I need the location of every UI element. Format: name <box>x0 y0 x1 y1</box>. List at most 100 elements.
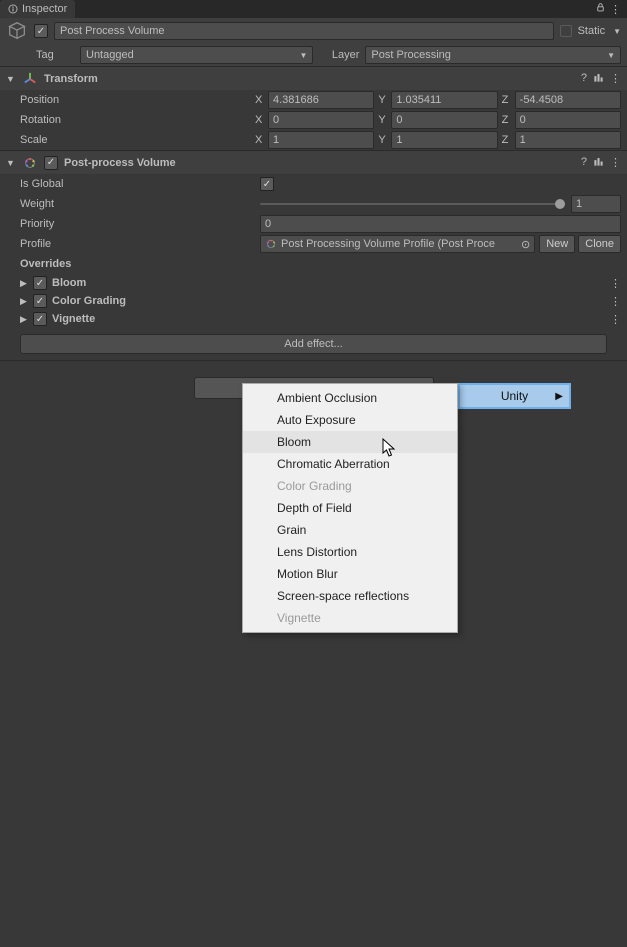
static-checkbox[interactable] <box>560 25 572 37</box>
axis-x-label: X <box>255 94 265 106</box>
gameobject-enabled-checkbox[interactable]: ✓ <box>34 24 48 38</box>
tag-label: Tag <box>6 49 74 61</box>
profile-value: Post Processing Volume Profile (Post Pro… <box>281 238 495 250</box>
transform-icon <box>22 71 38 87</box>
rotation-x-input[interactable]: 0 <box>268 111 374 129</box>
scale-row: Scale X1 Y1 Z1 <box>0 130 627 150</box>
object-picker-icon[interactable]: ⊙ <box>521 238 530 251</box>
transform-header[interactable]: ▼ Transform ? ⋮ <box>0 66 627 90</box>
tag-value: Untagged <box>86 49 134 61</box>
context-menu-item[interactable]: Depth of Field <box>243 497 457 519</box>
info-icon <box>8 4 18 14</box>
slider-thumb[interactable] <box>555 199 565 209</box>
position-y-input[interactable]: 1.035411 <box>391 91 497 109</box>
kebab-icon[interactable]: ⋮ <box>610 277 621 290</box>
layer-value: Post Processing <box>371 49 450 61</box>
gameobject-name-input[interactable]: Post Process Volume <box>54 22 554 40</box>
ppv-header[interactable]: ▼ ✓ Post-process Volume ? ⋮ <box>0 150 627 174</box>
preset-icon[interactable] <box>593 72 604 86</box>
ppv-enabled-checkbox[interactable]: ✓ <box>44 156 58 170</box>
context-menu-item[interactable]: Chromatic Aberration <box>243 453 457 475</box>
inspector-tab[interactable]: Inspector <box>0 0 75 18</box>
weight-input[interactable]: 1 <box>571 195 621 213</box>
weight-slider[interactable] <box>260 203 565 205</box>
inspector-tab-label: Inspector <box>22 3 67 15</box>
effects-context-menu: Ambient OcclusionAuto ExposureBloomChrom… <box>242 383 458 633</box>
gameobject-icon[interactable] <box>6 20 28 42</box>
tag-layer-row: Tag Untagged ▼ Layer Post Processing ▼ <box>0 44 627 66</box>
help-icon[interactable]: ? <box>581 156 587 170</box>
rotation-z-input[interactable]: 0 <box>515 111 621 129</box>
tag-dropdown[interactable]: Untagged ▼ <box>80 46 313 64</box>
override-name: Color Grading <box>52 295 605 307</box>
help-icon[interactable]: ? <box>581 72 587 86</box>
position-label: Position <box>20 94 255 106</box>
profile-field[interactable]: Post Processing Volume Profile (Post Pro… <box>260 235 535 253</box>
axis-x-label: X <box>255 114 265 126</box>
kebab-icon[interactable]: ⋮ <box>610 72 621 86</box>
scale-z-input[interactable]: 1 <box>515 131 621 149</box>
chevron-down-icon: ▼ <box>607 51 615 60</box>
foldout-icon: ▶ <box>20 278 28 289</box>
profile-new-button[interactable]: New <box>539 235 575 253</box>
position-x-input[interactable]: 4.381686 <box>268 91 374 109</box>
context-menu-item[interactable]: Lens Distortion <box>243 541 457 563</box>
axis-y-label: Y <box>378 134 388 146</box>
axis-z-label: Z <box>502 134 512 146</box>
overrides-label: Overrides <box>0 254 627 274</box>
rotation-y-input[interactable]: 0 <box>391 111 497 129</box>
scale-x-input[interactable]: 1 <box>268 131 374 149</box>
submenu-item-label: Unity <box>501 389 528 403</box>
static-dropdown-icon[interactable]: ▼ <box>613 27 621 36</box>
add-effect-button[interactable]: Add effect... <box>20 334 607 354</box>
scale-label: Scale <box>20 134 255 146</box>
override-item[interactable]: ▶ ✓ Bloom ⋮ <box>0 274 627 292</box>
rotation-label: Rotation <box>20 114 255 126</box>
profile-clone-button[interactable]: Clone <box>578 235 621 253</box>
override-name: Bloom <box>52 277 605 289</box>
is-global-row: Is Global ✓ <box>0 174 627 194</box>
context-menu-item[interactable]: Motion Blur <box>243 563 457 585</box>
kebab-icon[interactable]: ⋮ <box>610 156 621 170</box>
override-name: Vignette <box>52 313 605 325</box>
priority-input[interactable]: 0 <box>260 215 621 233</box>
panel-menu-icon[interactable]: ⋮ <box>610 3 621 16</box>
context-menu-item: Color Grading <box>243 475 457 497</box>
profile-label: Profile <box>20 238 260 250</box>
position-z-input[interactable]: -54.4508 <box>515 91 621 109</box>
priority-label: Priority <box>20 218 260 230</box>
override-enabled-checkbox[interactable]: ✓ <box>33 294 47 308</box>
lock-icon[interactable] <box>595 2 606 16</box>
preset-icon[interactable] <box>593 156 604 170</box>
foldout-icon: ▼ <box>6 74 16 84</box>
axis-x-label: X <box>255 134 265 146</box>
context-menu-item[interactable]: Bloom <box>243 431 457 453</box>
override-enabled-checkbox[interactable]: ✓ <box>33 312 47 326</box>
weight-row: Weight 1 <box>0 194 627 214</box>
foldout-icon: ▶ <box>20 314 28 325</box>
kebab-icon[interactable]: ⋮ <box>610 295 621 308</box>
context-menu-item[interactable]: Screen-space reflections <box>243 585 457 607</box>
layer-label: Layer <box>319 49 359 61</box>
context-menu-item[interactable]: Auto Exposure <box>243 409 457 431</box>
foldout-icon: ▶ <box>20 296 28 307</box>
ppv-icon <box>22 155 38 171</box>
axis-y-label: Y <box>378 114 388 126</box>
override-item[interactable]: ▶ ✓ Vignette ⋮ <box>0 310 627 328</box>
context-menu-item[interactable]: Grain <box>243 519 457 541</box>
chevron-down-icon: ▼ <box>300 51 308 60</box>
override-enabled-checkbox[interactable]: ✓ <box>33 276 47 290</box>
context-menu-item[interactable]: Ambient Occlusion <box>243 387 457 409</box>
kebab-icon[interactable]: ⋮ <box>610 313 621 326</box>
context-menu-item: Vignette <box>243 607 457 629</box>
scale-y-input[interactable]: 1 <box>391 131 497 149</box>
static-label: Static <box>578 25 606 37</box>
is-global-checkbox[interactable]: ✓ <box>260 177 274 191</box>
is-global-label: Is Global <box>20 178 260 190</box>
submenu-item-unity[interactable]: Unity ▶ <box>460 385 569 407</box>
effect-category-submenu: Unity ▶ <box>458 383 571 409</box>
priority-row: Priority 0 <box>0 214 627 234</box>
rotation-row: Rotation X0 Y0 Z0 <box>0 110 627 130</box>
layer-dropdown[interactable]: Post Processing ▼ <box>365 46 621 64</box>
override-item[interactable]: ▶ ✓ Color Grading ⋮ <box>0 292 627 310</box>
